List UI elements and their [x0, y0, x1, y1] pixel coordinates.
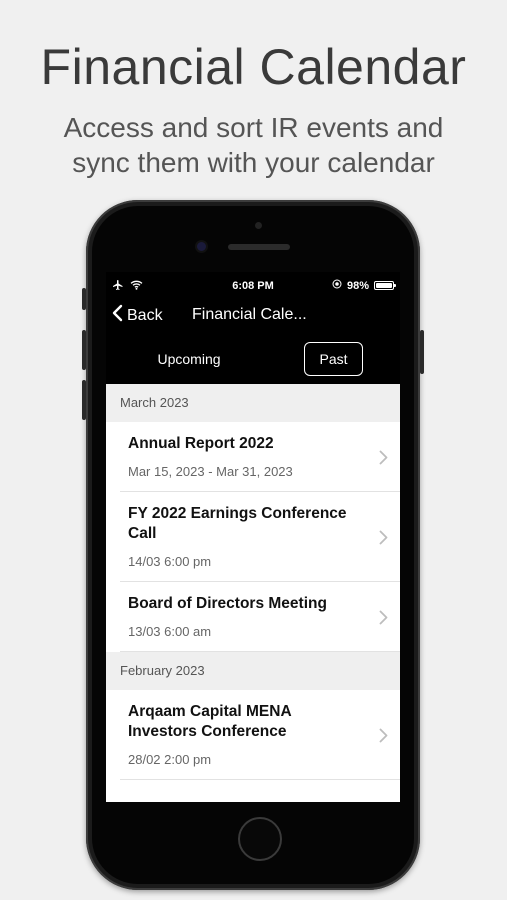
event-row[interactable]: FY 2022 Earnings Conference Call 14/03 6:… [106, 492, 400, 582]
section-header: March 2023 [106, 384, 400, 422]
battery-icon [374, 281, 396, 290]
event-date: 14/03 6:00 pm [128, 554, 212, 569]
event-list[interactable]: March 2023 Annual Report 2022 Mar 15, 2023… [106, 384, 400, 802]
phone-volume-up [82, 330, 86, 370]
back-button[interactable]: Back [112, 304, 163, 327]
event-date: Mar 15, 2023 - Mar 31, 2023 [128, 464, 293, 479]
event-date: 13/03 6:00 am [128, 624, 212, 639]
event-date: 28/02 2:00 pm [128, 752, 212, 767]
back-button-label: Back [127, 306, 163, 324]
chevron-right-icon [379, 610, 388, 630]
segment-upcoming[interactable]: Upcoming [146, 348, 232, 370]
event-row[interactable]: Board of Directors Meeting 13/03 6:00 am [106, 582, 400, 652]
chevron-right-icon [379, 728, 388, 748]
event-row[interactable]: Annual Report 2022 Mar 15, 2023 - Mar 31,… [106, 422, 400, 492]
chevron-right-icon [379, 450, 388, 470]
segmented-control: Upcoming Past [106, 340, 400, 378]
phone-mute-switch [82, 288, 86, 310]
battery-fill [376, 283, 392, 288]
location-icon [332, 279, 342, 292]
earpiece-speaker [228, 244, 290, 250]
chevron-right-icon [379, 530, 388, 550]
segment-past[interactable]: Past [304, 342, 363, 376]
proximity-sensor [255, 222, 262, 229]
phone-power-button [420, 330, 424, 374]
home-button[interactable] [238, 817, 282, 861]
front-camera [197, 242, 206, 251]
navigation-bar: Back Financial Cale... [106, 300, 400, 334]
row-separator [120, 651, 400, 652]
event-row[interactable]: Arqaam Capital MENA Investors Conference… [106, 690, 400, 780]
event-title: Board of Directors Meeting [128, 595, 327, 612]
chevron-left-icon [112, 304, 123, 327]
status-right: 98% [332, 279, 396, 292]
row-separator [120, 779, 400, 780]
promo-subtitle-line-2: sync them with your calendar [72, 147, 435, 178]
battery-percentage: 98% [346, 279, 369, 292]
section-header: February 2023 [106, 652, 400, 690]
event-title: FY 2022 Earnings Conference Call [128, 505, 347, 542]
event-title: Annual Report 2022 [128, 435, 274, 452]
promo-title: Financial Calendar [40, 39, 467, 95]
event-title: Arqaam Capital MENA Investors Conference [128, 703, 292, 740]
phone-screen: 6:08 PM 98% Back Financial Cale... Upcom… [106, 272, 400, 802]
phone-volume-down [82, 380, 86, 420]
promo-subtitle: Access and sort IR events and sync them … [0, 110, 507, 180]
nav-title: Financial Cale... [192, 306, 307, 323]
promo-subtitle-line-1: Access and sort IR events and [63, 112, 444, 143]
status-bar: 6:08 PM 98% [106, 272, 400, 300]
